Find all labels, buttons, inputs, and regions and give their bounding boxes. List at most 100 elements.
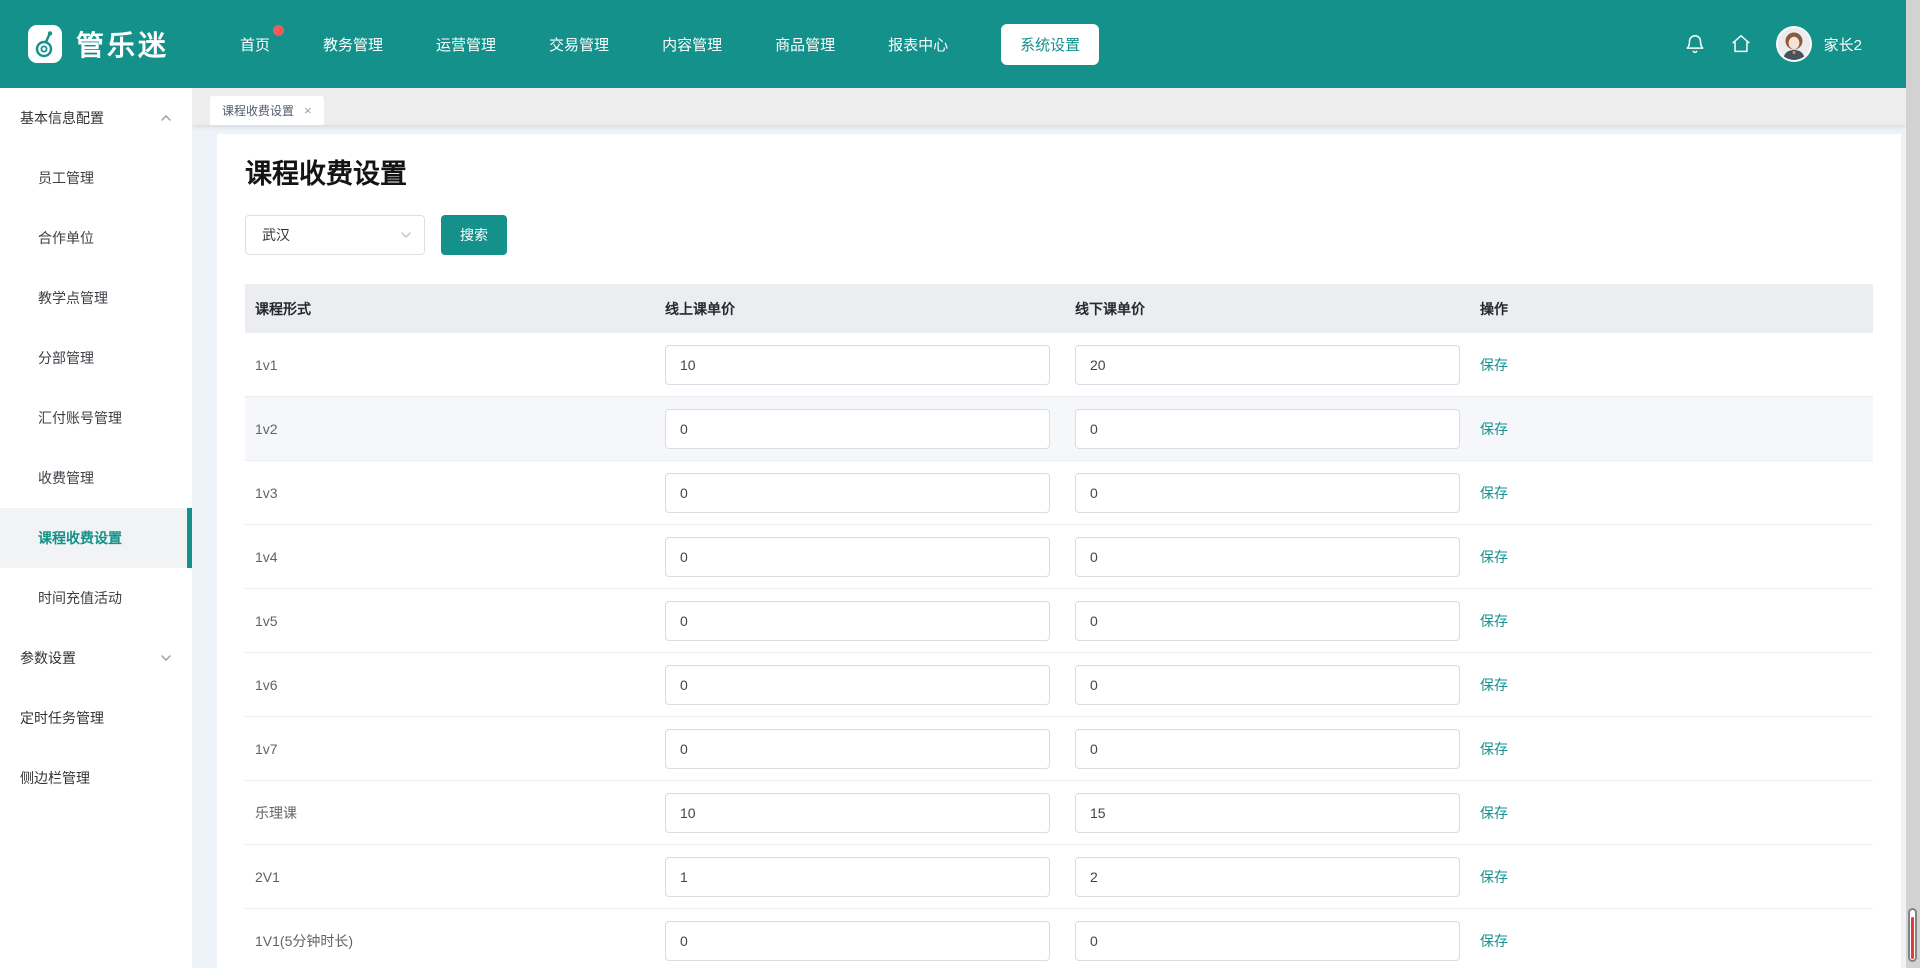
- col-header-course-form: 课程形式: [245, 299, 657, 319]
- online-price-input[interactable]: [665, 473, 1050, 513]
- sidebar-item-8[interactable]: 时间充值活动: [0, 568, 192, 628]
- table-row-1v4: 1v4 保存: [245, 525, 1873, 589]
- notification-dot-badge: [273, 25, 284, 36]
- sidebar-item-label: 侧边栏管理: [20, 768, 90, 788]
- save-button[interactable]: 保存: [1472, 805, 1508, 821]
- table-row-1v7: 1v7 保存: [245, 717, 1873, 781]
- sidebar-item-label: 分部管理: [38, 348, 94, 368]
- sidebar-item-label: 课程收费设置: [38, 528, 122, 548]
- online-price-input[interactable]: [665, 601, 1050, 641]
- offline-price-input[interactable]: [1075, 665, 1460, 705]
- topbar-right-cluster: 家长2: [1684, 0, 1862, 88]
- offline-price-input[interactable]: [1075, 921, 1460, 961]
- page-title: 课程收费设置: [245, 152, 1873, 191]
- offline-price-input[interactable]: [1075, 409, 1460, 449]
- nav-item-5[interactable]: 商品管理: [775, 34, 835, 55]
- online-price-input[interactable]: [665, 921, 1050, 961]
- offline-price-input[interactable]: [1075, 473, 1460, 513]
- tab-close-icon[interactable]: ×: [304, 104, 312, 117]
- region-select-value: 武汉: [262, 225, 290, 245]
- online-price-input[interactable]: [665, 665, 1050, 705]
- nav-item-4[interactable]: 内容管理: [662, 34, 722, 55]
- nav-item-7-active[interactable]: 系统设置: [1001, 24, 1099, 65]
- nav-item-3[interactable]: 交易管理: [549, 34, 609, 55]
- sidebar-item-label: 合作单位: [38, 228, 94, 248]
- save-button[interactable]: 保存: [1472, 933, 1508, 949]
- logo-icon: [28, 25, 62, 63]
- save-button[interactable]: 保存: [1472, 613, 1508, 629]
- sidebar-item-7-active[interactable]: 课程收费设置: [0, 508, 192, 568]
- col-header-offline-price: 线下课单价: [1067, 299, 1472, 319]
- online-price-input[interactable]: [665, 793, 1050, 833]
- app-window: 管乐迷 首页 教务管理 运营管理 交易管理 内容管理 商品管理 报表中心 系统设置: [0, 0, 1920, 968]
- sidebar-item-0[interactable]: 基本信息配置: [0, 88, 192, 148]
- sidebar-item-3[interactable]: 教学点管理: [0, 268, 192, 328]
- open-tabs-bar: 课程收费设置 ×: [192, 88, 1906, 125]
- chevron-down-icon: [160, 652, 172, 664]
- offline-price-input[interactable]: [1075, 345, 1460, 385]
- course-form-label: 1v1: [245, 357, 657, 373]
- table-row-乐理课: 乐理课 保存: [245, 781, 1873, 845]
- nav-item-1[interactable]: 教务管理: [323, 34, 383, 55]
- sidebar-item-label: 员工管理: [38, 168, 94, 188]
- sidebar-item-6[interactable]: 收费管理: [0, 448, 192, 508]
- sidebar-item-label: 定时任务管理: [20, 708, 104, 728]
- course-form-label: 乐理课: [245, 803, 657, 823]
- sidebar-item-label: 教学点管理: [38, 288, 108, 308]
- table-row-1v5: 1v5 保存: [245, 589, 1873, 653]
- course-form-label: 2V1: [245, 869, 657, 885]
- page-scrollbar-thumb[interactable]: [1908, 908, 1917, 962]
- tab-course-fee-settings[interactable]: 课程收费设置 ×: [210, 96, 324, 125]
- course-form-label: 1v5: [245, 613, 657, 629]
- nav-item-0[interactable]: 首页: [240, 34, 270, 55]
- sidebar-item-10[interactable]: 定时任务管理: [0, 688, 192, 748]
- search-button[interactable]: 搜索: [441, 215, 507, 255]
- main-nav: 首页 教务管理 运营管理 交易管理 内容管理 商品管理 报表中心 系统设置: [240, 0, 1099, 88]
- avatar: [1776, 26, 1812, 62]
- sidebar-item-4[interactable]: 分部管理: [0, 328, 192, 388]
- sidebar-item-11[interactable]: 侧边栏管理: [0, 748, 192, 808]
- sidebar-item-9[interactable]: 参数设置: [0, 628, 192, 688]
- sidebar-item-5[interactable]: 汇付账号管理: [0, 388, 192, 448]
- offline-price-input[interactable]: [1075, 601, 1460, 641]
- user-menu[interactable]: 家长2: [1776, 26, 1862, 62]
- sidebar-item-label: 参数设置: [20, 648, 76, 668]
- course-form-label: 1v7: [245, 741, 657, 757]
- offline-price-input[interactable]: [1075, 729, 1460, 769]
- course-form-label: 1v3: [245, 485, 657, 501]
- sidebar-item-2[interactable]: 合作单位: [0, 208, 192, 268]
- sidebar-item-label: 基本信息配置: [20, 108, 104, 128]
- home-icon[interactable]: [1730, 33, 1752, 55]
- table-row-2V1: 2V1 保存: [245, 845, 1873, 909]
- page-scrollbar-track[interactable]: [1906, 0, 1920, 968]
- sidebar: 基本信息配置员工管理合作单位教学点管理分部管理汇付账号管理收费管理课程收费设置时…: [0, 88, 192, 968]
- save-button[interactable]: 保存: [1472, 677, 1508, 693]
- offline-price-input[interactable]: [1075, 537, 1460, 577]
- nav-item-6[interactable]: 报表中心: [888, 34, 948, 55]
- brand-name: 管乐迷: [76, 24, 169, 64]
- save-button[interactable]: 保存: [1472, 357, 1508, 373]
- online-price-input[interactable]: [665, 537, 1050, 577]
- save-button[interactable]: 保存: [1472, 421, 1508, 437]
- online-price-input[interactable]: [665, 857, 1050, 897]
- brand[interactable]: 管乐迷: [28, 24, 169, 64]
- offline-price-input[interactable]: [1075, 793, 1460, 833]
- sidebar-item-1[interactable]: 员工管理: [0, 148, 192, 208]
- table-row-1v2: 1v2 保存: [245, 397, 1873, 461]
- online-price-input[interactable]: [665, 729, 1050, 769]
- save-button[interactable]: 保存: [1472, 549, 1508, 565]
- region-select[interactable]: 武汉: [245, 215, 425, 255]
- course-form-label: 1v2: [245, 421, 657, 437]
- online-price-input[interactable]: [665, 409, 1050, 449]
- course-form-label: 1v4: [245, 549, 657, 565]
- online-price-input[interactable]: [665, 345, 1050, 385]
- save-button[interactable]: 保存: [1472, 869, 1508, 885]
- offline-price-input[interactable]: [1075, 857, 1460, 897]
- save-button[interactable]: 保存: [1472, 485, 1508, 501]
- notification-bell-icon[interactable]: [1684, 33, 1706, 55]
- chevron-down-icon: [400, 229, 412, 241]
- nav-item-2[interactable]: 运营管理: [436, 34, 496, 55]
- save-button[interactable]: 保存: [1472, 741, 1508, 757]
- content-card: 课程收费设置 武汉 搜索 课程形式 线上课单价 线下课单价: [217, 134, 1901, 968]
- username-label: 家长2: [1824, 34, 1862, 55]
